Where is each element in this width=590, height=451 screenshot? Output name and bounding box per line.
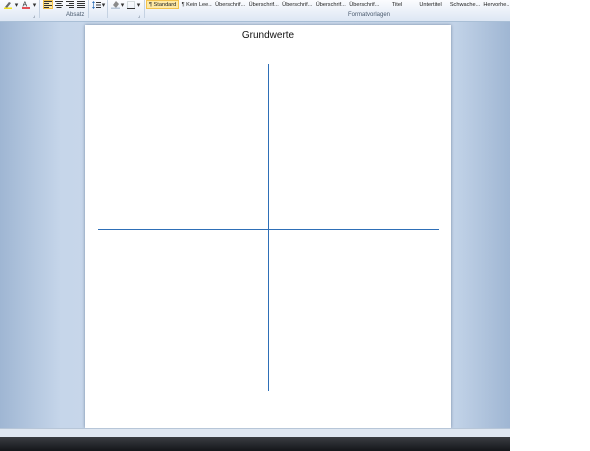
align-center-icon[interactable] xyxy=(54,0,64,9)
ribbon: ▾ A ▾ ▾ ▾ ▾ Absatz ⌟ ⌟ ¶ Standard ¶ Kein… xyxy=(0,0,510,22)
borders-dropdown-icon[interactable]: ▾ xyxy=(136,0,141,9)
style-gallery-item[interactable]: Überschrif... xyxy=(213,0,246,9)
style-gallery-item[interactable]: Überschrif... xyxy=(280,0,313,9)
line-spacing-dropdown-icon[interactable]: ▾ xyxy=(101,0,106,9)
ribbon-separator xyxy=(39,0,40,18)
style-gallery-item[interactable]: Schwache... xyxy=(448,0,481,9)
style-gallery-item[interactable]: ¶ Kein Lee... xyxy=(180,0,213,9)
ribbon-separator xyxy=(88,0,89,18)
font-color-icon[interactable]: A xyxy=(20,0,32,9)
style-gallery-item[interactable]: Untertitel xyxy=(414,0,447,9)
document-page[interactable]: Grundwerte xyxy=(85,25,451,428)
horizontal-axis-line[interactable] xyxy=(98,229,439,230)
line-spacing-icon[interactable] xyxy=(91,0,101,9)
group-label-styles: Formatvorlagen xyxy=(348,12,391,18)
style-gallery-item[interactable]: ¶ Standard xyxy=(146,0,179,9)
highlighter-dropdown-icon[interactable]: ▾ xyxy=(14,0,19,9)
taskbar xyxy=(0,437,510,451)
highlighter-icon[interactable] xyxy=(2,0,14,9)
style-gallery-item[interactable]: Hervorhe... xyxy=(481,0,509,9)
style-gallery-item[interactable]: Überschrif... xyxy=(247,0,280,9)
styles-gallery: ¶ Standard ¶ Kein Lee... Überschrif... Über… xyxy=(146,0,510,10)
page-title: Grundwerte xyxy=(241,30,295,41)
word-window: ▾ A ▾ ▾ ▾ ▾ Absatz ⌟ ⌟ ¶ Standard ¶ Kein… xyxy=(0,0,510,451)
style-gallery-item[interactable]: Überschrif... xyxy=(347,0,380,9)
style-gallery-item[interactable]: Titel xyxy=(381,0,414,9)
align-left-icon[interactable] xyxy=(43,0,53,9)
shading-icon[interactable] xyxy=(110,0,120,9)
ribbon-separator xyxy=(144,0,145,18)
group-label-paragraph: Absatz xyxy=(66,12,85,18)
font-color-dropdown-icon[interactable]: ▾ xyxy=(32,0,37,9)
borders-icon[interactable] xyxy=(126,0,136,9)
shading-dropdown-icon[interactable]: ▾ xyxy=(120,0,125,9)
vertical-axis-line[interactable] xyxy=(268,64,269,391)
style-gallery-item[interactable]: Überschrif... xyxy=(314,0,347,9)
align-right-icon[interactable] xyxy=(65,0,75,9)
paragraph-dialog-launcher-icon[interactable]: ⌟ xyxy=(138,13,140,19)
justify-icon[interactable] xyxy=(76,0,86,9)
ribbon-separator xyxy=(107,0,108,18)
horizontal-scrollbar[interactable] xyxy=(0,428,510,437)
font-dialog-launcher-icon[interactable]: ⌟ xyxy=(33,13,35,19)
